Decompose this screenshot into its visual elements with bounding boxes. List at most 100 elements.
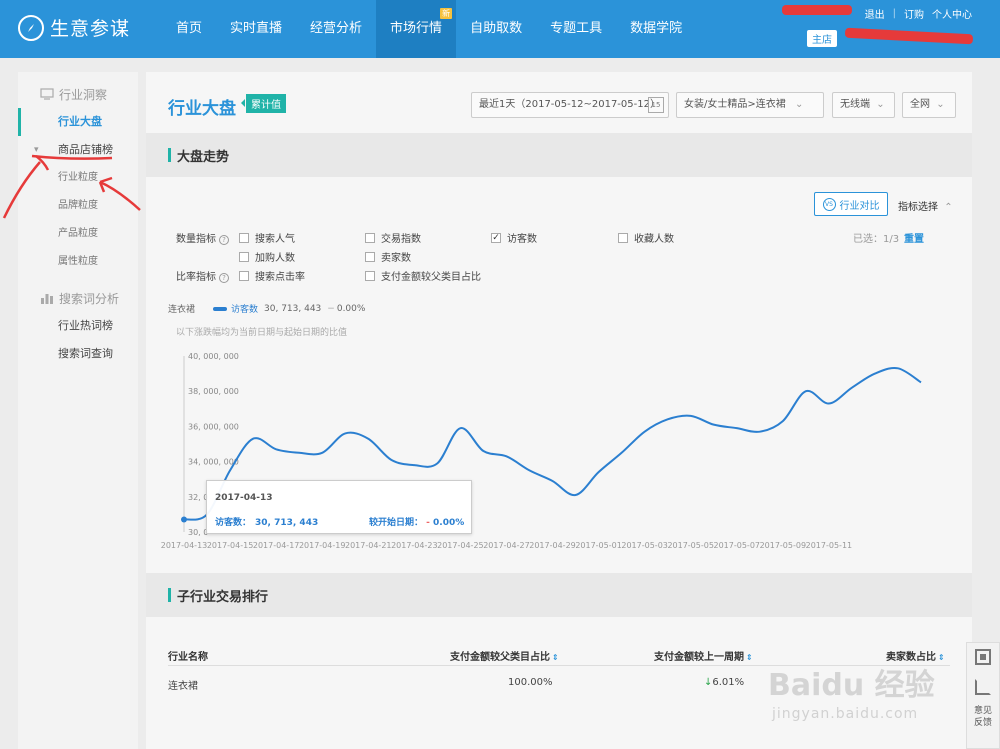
- checkbox-visitors[interactable]: ✓ 访客数: [491, 230, 537, 245]
- tooltip-metric-label: 访客数：: [215, 518, 252, 528]
- header-industry-name: 行业名称: [168, 652, 208, 663]
- cumulative-tag: 累计值: [241, 94, 286, 113]
- sub-industry-section-header: 子行业交易排行: [146, 573, 972, 617]
- industry-compare-button[interactable]: VS 行业对比: [814, 192, 888, 216]
- date-range-filter[interactable]: 最近1天（2017-05-12~2017-05-12） 15: [471, 92, 669, 118]
- y-tick-label: 40, 000, 000: [188, 352, 239, 361]
- checkbox-label: 交易指数: [381, 234, 421, 245]
- help-icon[interactable]: ?: [219, 273, 229, 283]
- checkbox-label: 支付金额较父类目占比: [381, 272, 481, 283]
- x-tick-label: 2017-05-11: [806, 541, 853, 550]
- checkbox-search-popularity[interactable]: 搜索人气: [239, 230, 295, 245]
- nav-live[interactable]: 实时直播: [216, 0, 296, 58]
- selected-count: 已选：1/3: [853, 234, 900, 245]
- header-pay-change[interactable]: 支付金额较上一周期 ⇕: [654, 648, 753, 663]
- checkbox-label: 收藏人数: [634, 234, 674, 245]
- x-tick-label: 2017-05-01: [575, 541, 622, 550]
- cell-industry-name: 连衣裙: [168, 681, 198, 692]
- calendar-icon[interactable]: 15: [648, 97, 664, 113]
- metric-select-label: 指标选择: [898, 202, 938, 213]
- trend-section-title: 大盘走势: [177, 150, 230, 165]
- legend-value: 30, 713, 443: [264, 303, 322, 314]
- page-title: 行业大盘: [168, 99, 236, 119]
- compass-icon: [18, 14, 44, 41]
- store-tag: 主店: [807, 30, 837, 47]
- checkbox-add-to-cart[interactable]: 加购人数: [239, 249, 295, 264]
- sidebar-section-label: 搜索词分析: [59, 291, 120, 306]
- nav-business-analysis[interactable]: 经营分析: [296, 0, 376, 58]
- brand-logo[interactable]: 生意参谋: [18, 14, 130, 41]
- checkbox-box-checked: ✓: [491, 232, 501, 243]
- watermark-url: jingyan.baidu.com: [772, 706, 919, 722]
- x-tick-label: 2017-04-25: [437, 541, 484, 550]
- trend-section-header: 大盘走势: [146, 133, 972, 177]
- help-icon[interactable]: ?: [219, 235, 229, 245]
- chart-tooltip: 2017-04-13 访客数： 30, 713, 443 较开始日期： - 0.0…: [206, 480, 472, 534]
- header-pay-change-label: 支付金额较上一周期: [654, 652, 744, 663]
- checkbox-favorites[interactable]: 收藏人数: [618, 230, 674, 245]
- tooltip-metric: 访客数： 30, 713, 443: [215, 515, 318, 528]
- x-tick-label: 2017-04-13: [161, 541, 208, 550]
- nav-self-service[interactable]: 自助取数: [456, 0, 536, 58]
- category-filter[interactable]: 女装/女士精品>连衣裙 ⌄: [676, 92, 824, 118]
- checkbox-label: 搜索人气: [255, 234, 295, 245]
- nav-tools[interactable]: 专题工具: [536, 0, 616, 58]
- nav-academy[interactable]: 数据学院: [616, 0, 696, 58]
- terminal-filter[interactable]: 无线端 ⌄: [832, 92, 895, 118]
- x-tick-label: 2017-05-07: [714, 541, 761, 550]
- checkbox-trade-index[interactable]: 交易指数: [365, 230, 421, 245]
- terminal-text: 无线端: [840, 99, 870, 110]
- sidebar-item-hot-words[interactable]: 行业热词榜: [18, 312, 138, 340]
- chevron-down-icon: ⌄: [936, 99, 945, 110]
- chevron-down-icon: ⌄: [794, 99, 804, 110]
- tooltip-change-label: 较开始日期：: [369, 518, 424, 528]
- data-point[interactable]: [181, 516, 187, 523]
- x-tick-label: 2017-05-05: [667, 541, 714, 550]
- metric-select-toggle[interactable]: 指标选择 ⌃: [898, 198, 953, 213]
- sort-icon[interactable]: ⇕: [552, 653, 559, 662]
- region-text: 全网: [910, 99, 930, 110]
- brand-name: 生意参谋: [50, 18, 131, 40]
- ratio-metrics-label: 比率指标?: [176, 268, 229, 283]
- qr-code-button[interactable]: [967, 649, 999, 665]
- checkbox-search-ctr[interactable]: 搜索点击率: [239, 268, 305, 283]
- legend-series-name[interactable]: 访客数: [231, 302, 258, 315]
- nav-home[interactable]: 首页: [162, 0, 216, 58]
- redaction-mark: [782, 5, 852, 15]
- tooltip-change: 较开始日期： - 0.00%: [369, 515, 464, 528]
- checkbox-sellers[interactable]: 卖家数: [365, 249, 411, 264]
- sort-icon[interactable]: ⇕: [746, 653, 753, 662]
- x-tick-label: 2017-04-29: [529, 541, 576, 550]
- quantity-metrics-label: 数量指标?: [176, 230, 229, 245]
- header-pay-share[interactable]: 支付金额较父类目占比 ⇕: [450, 648, 559, 663]
- x-tick-label: 2017-04-17: [253, 541, 300, 550]
- checkbox-pay-share[interactable]: 支付金额较父类目占比: [365, 268, 481, 283]
- sub-industry-title: 子行业交易排行: [177, 590, 269, 605]
- chart-note: 以下涨跌幅均为当前日期与起始日期的比值: [176, 328, 348, 338]
- feedback-button[interactable]: 意见反馈: [967, 705, 999, 729]
- sidebar-item-industry-overview[interactable]: 行业大盘: [18, 108, 138, 136]
- sort-icon[interactable]: ⇕: [938, 653, 945, 662]
- tooltip-metric-value: 30, 713, 443: [255, 518, 319, 528]
- personal-center-link[interactable]: 个人中心: [932, 6, 972, 21]
- legend-change: 0.00%: [336, 303, 366, 314]
- tooltip-flat-icon: -: [426, 518, 430, 528]
- sidebar-item-attribute-granularity[interactable]: 属性粒度: [18, 248, 138, 276]
- chart-legend: 连衣裙 访客数 30, 713, 443 − 0.00%: [168, 302, 366, 316]
- logout-link[interactable]: 退出: [865, 6, 885, 21]
- date-range-text: 最近1天（2017-05-12~2017-05-12）: [479, 99, 660, 110]
- nav-market[interactable]: 市场行情 新: [376, 0, 457, 58]
- section-accent: [168, 588, 171, 602]
- reset-link[interactable]: 重置: [904, 230, 924, 245]
- floating-toolbar: 意见反馈: [966, 642, 1000, 749]
- header-pay-share-label: 支付金额较父类目占比: [450, 652, 550, 663]
- checkbox-label: 搜索点击率: [255, 272, 305, 283]
- chevron-up-icon: ⌃: [944, 202, 953, 213]
- section-accent: [168, 148, 171, 162]
- main-panel: 行业大盘 累计值 最近1天（2017-05-12~2017-05-12） 15 …: [146, 72, 972, 749]
- region-filter[interactable]: 全网 ⌄: [902, 92, 956, 118]
- share-button[interactable]: [967, 679, 999, 695]
- bar-chart-icon: [41, 294, 53, 304]
- sidebar-item-search-query[interactable]: 搜索词查询: [18, 340, 138, 368]
- orders-link[interactable]: 订购: [904, 6, 924, 21]
